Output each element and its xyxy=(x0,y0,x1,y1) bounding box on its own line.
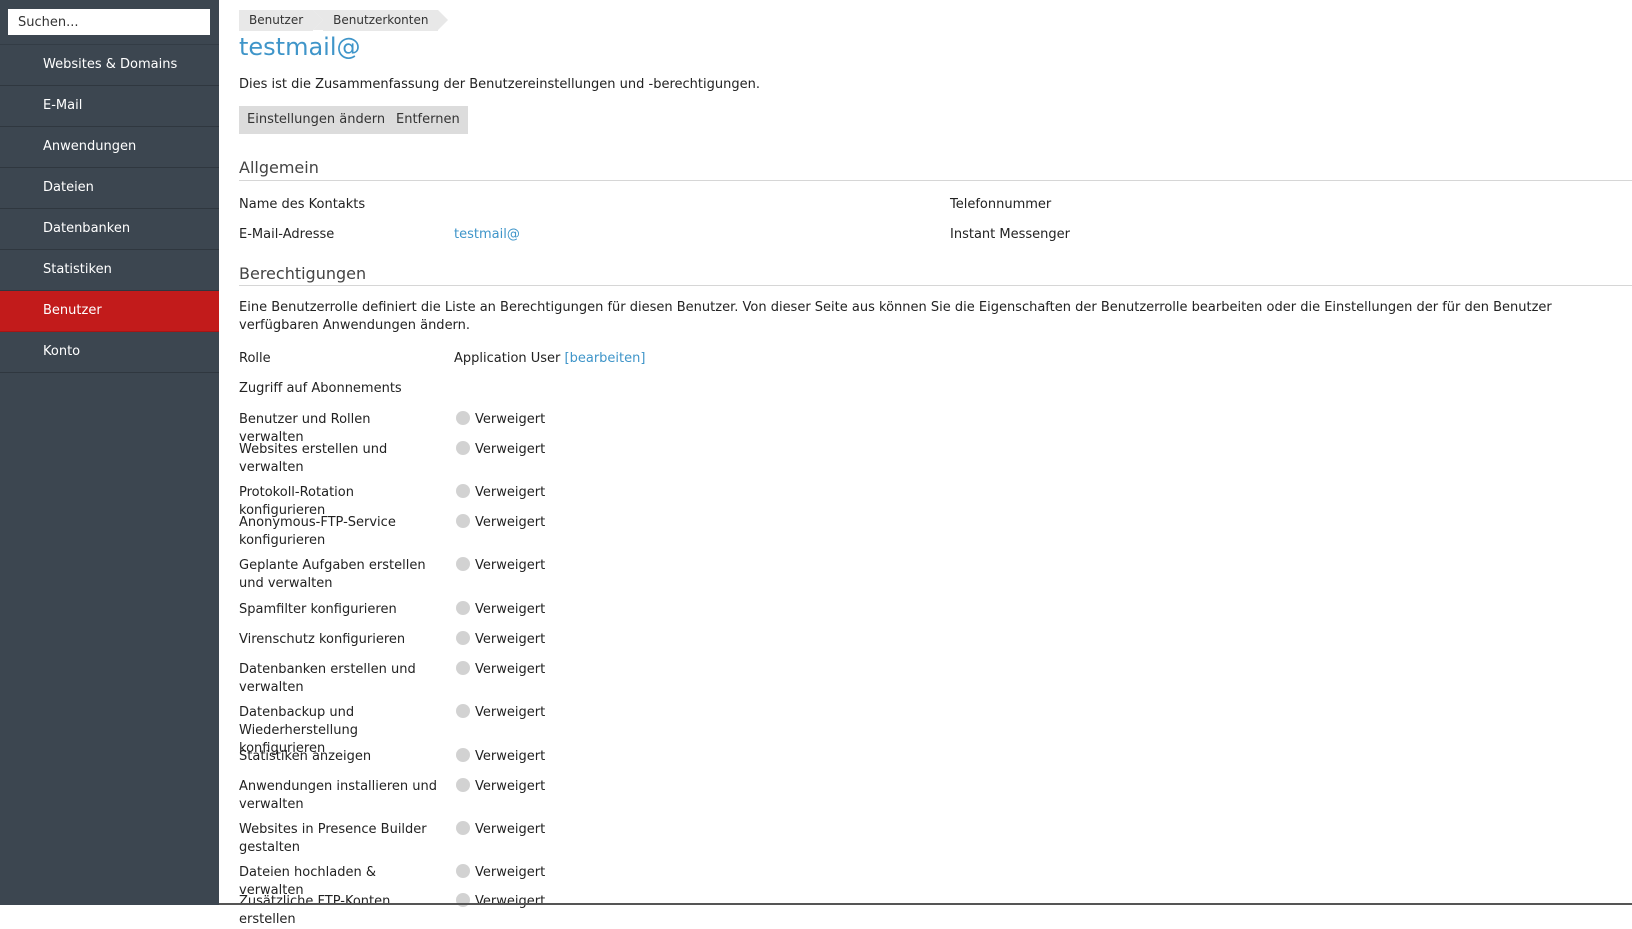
role-value-wrap: Application User [bearbeiten] xyxy=(454,351,645,366)
contact-name-label: Name des Kontakts xyxy=(239,197,366,212)
status-dot-icon xyxy=(456,441,470,455)
general-divider xyxy=(239,180,1632,181)
permission-name: Datenbanken erstellen und verwalten xyxy=(239,662,416,695)
permission-status: Verweigert xyxy=(455,864,545,882)
permission-status: Verweigert xyxy=(455,484,545,502)
breadcrumb-item-users[interactable]: Benutzer xyxy=(239,10,324,31)
sidebar-item-account[interactable]: Konto xyxy=(0,332,219,373)
breadcrumb-item-user-accounts[interactable]: Benutzerkonten xyxy=(313,10,449,31)
status-dot-icon xyxy=(456,484,470,498)
sidebar-item-users[interactable]: Benutzer xyxy=(0,291,219,332)
permission-status-text: Verweigert xyxy=(475,749,546,764)
status-dot-icon xyxy=(456,864,470,878)
email-value-link[interactable]: testmail@ xyxy=(454,227,520,242)
breadcrumb: Benutzer Benutzerkonten xyxy=(239,10,449,31)
permission-status: Verweigert xyxy=(455,661,545,679)
permission-status: Verweigert xyxy=(455,411,545,429)
sidebar-item-databases[interactable]: Datenbanken xyxy=(0,209,219,250)
permission-status: Verweigert xyxy=(455,557,545,575)
permission-name: Geplante Aufgaben erstellen und verwalte… xyxy=(239,558,426,591)
sidebar-nav: Websites & Domains E-Mail Anwendungen Da… xyxy=(0,44,219,373)
permission-status-text: Verweigert xyxy=(475,632,546,647)
permission-status: Verweigert xyxy=(455,704,545,722)
status-dot-icon xyxy=(456,821,470,835)
status-dot-icon xyxy=(456,704,470,718)
permission-status-text: Verweigert xyxy=(475,515,546,530)
status-dot-icon xyxy=(456,514,470,528)
permission-name: Anonymous-FTP-Service konfigurieren xyxy=(239,515,396,548)
permission-name: Websites in Presence Builder gestalten xyxy=(239,822,427,855)
permissions-heading: Berechtigungen xyxy=(239,264,367,283)
permission-status: Verweigert xyxy=(455,893,545,911)
status-dot-icon xyxy=(456,748,470,762)
search-input[interactable] xyxy=(8,9,210,35)
instant-messenger-label: Instant Messenger xyxy=(950,227,1070,242)
permission-status-text: Verweigert xyxy=(475,485,546,500)
permission-name: Websites erstellen und verwalten xyxy=(239,442,388,475)
permission-status: Verweigert xyxy=(455,441,545,459)
permission-name: Virenschutz konfigurieren xyxy=(239,632,406,647)
search-box xyxy=(8,9,210,35)
permission-name: Anwendungen installieren und verwalten xyxy=(239,779,438,812)
status-dot-icon xyxy=(456,601,470,615)
status-dot-icon xyxy=(456,557,470,571)
sidebar-item-email[interactable]: E-Mail xyxy=(0,86,219,127)
status-dot-icon xyxy=(456,778,470,792)
status-dot-icon xyxy=(456,411,470,425)
subscription-access-label: Zugriff auf Abonnements xyxy=(239,381,402,396)
sidebar-item-files[interactable]: Dateien xyxy=(0,168,219,209)
remove-button[interactable]: Entfernen xyxy=(388,106,468,134)
permission-status: Verweigert xyxy=(455,821,545,839)
permissions-divider xyxy=(239,285,1632,286)
permission-status-text: Verweigert xyxy=(475,705,546,720)
permission-status: Verweigert xyxy=(455,601,545,619)
page-title: testmail@ xyxy=(239,33,361,61)
email-label: E-Mail-Adresse xyxy=(239,227,335,242)
sidebar-item-websites-domains[interactable]: Websites & Domains xyxy=(0,45,219,86)
permission-name: Spamfilter konfigurieren xyxy=(239,602,397,617)
main-content: Benutzer Benutzerkonten testmail@ Dies i… xyxy=(239,0,1632,927)
permission-name: Statistiken anzeigen xyxy=(239,749,372,764)
role-label: Rolle xyxy=(239,351,271,366)
sidebar-item-statistics[interactable]: Statistiken xyxy=(0,250,219,291)
permission-status-text: Verweigert xyxy=(475,412,546,427)
permission-status-text: Verweigert xyxy=(475,442,546,457)
general-heading: Allgemein xyxy=(239,158,319,177)
permission-status: Verweigert xyxy=(455,631,545,649)
phone-label: Telefonnummer xyxy=(950,197,1052,212)
permissions-description: Eine Benutzerrolle definiert die Liste a… xyxy=(239,300,1552,333)
permission-status-text: Verweigert xyxy=(475,662,546,677)
permission-status: Verweigert xyxy=(455,514,545,532)
permission-status-text: Verweigert xyxy=(475,779,546,794)
permission-status-text: Verweigert xyxy=(475,822,546,837)
role-edit-link[interactable]: [bearbeiten] xyxy=(565,351,646,366)
sidebar: Websites & Domains E-Mail Anwendungen Da… xyxy=(0,0,219,905)
role-value: Application User xyxy=(454,351,561,366)
sidebar-item-applications[interactable]: Anwendungen xyxy=(0,127,219,168)
page-intro: Dies ist die Zusammenfassung der Benutze… xyxy=(239,77,760,92)
permission-status: Verweigert xyxy=(455,778,545,796)
permission-status: Verweigert xyxy=(455,748,545,766)
permission-status-text: Verweigert xyxy=(475,894,546,909)
permission-status-text: Verweigert xyxy=(475,602,546,617)
permission-name: Zusätzliche FTP-Konten erstellen xyxy=(239,894,391,927)
status-dot-icon xyxy=(456,631,470,645)
permission-status-text: Verweigert xyxy=(475,558,546,573)
status-dot-icon xyxy=(456,661,470,675)
edit-settings-button[interactable]: Einstellungen ändern xyxy=(239,106,394,134)
permission-status-text: Verweigert xyxy=(475,865,546,880)
